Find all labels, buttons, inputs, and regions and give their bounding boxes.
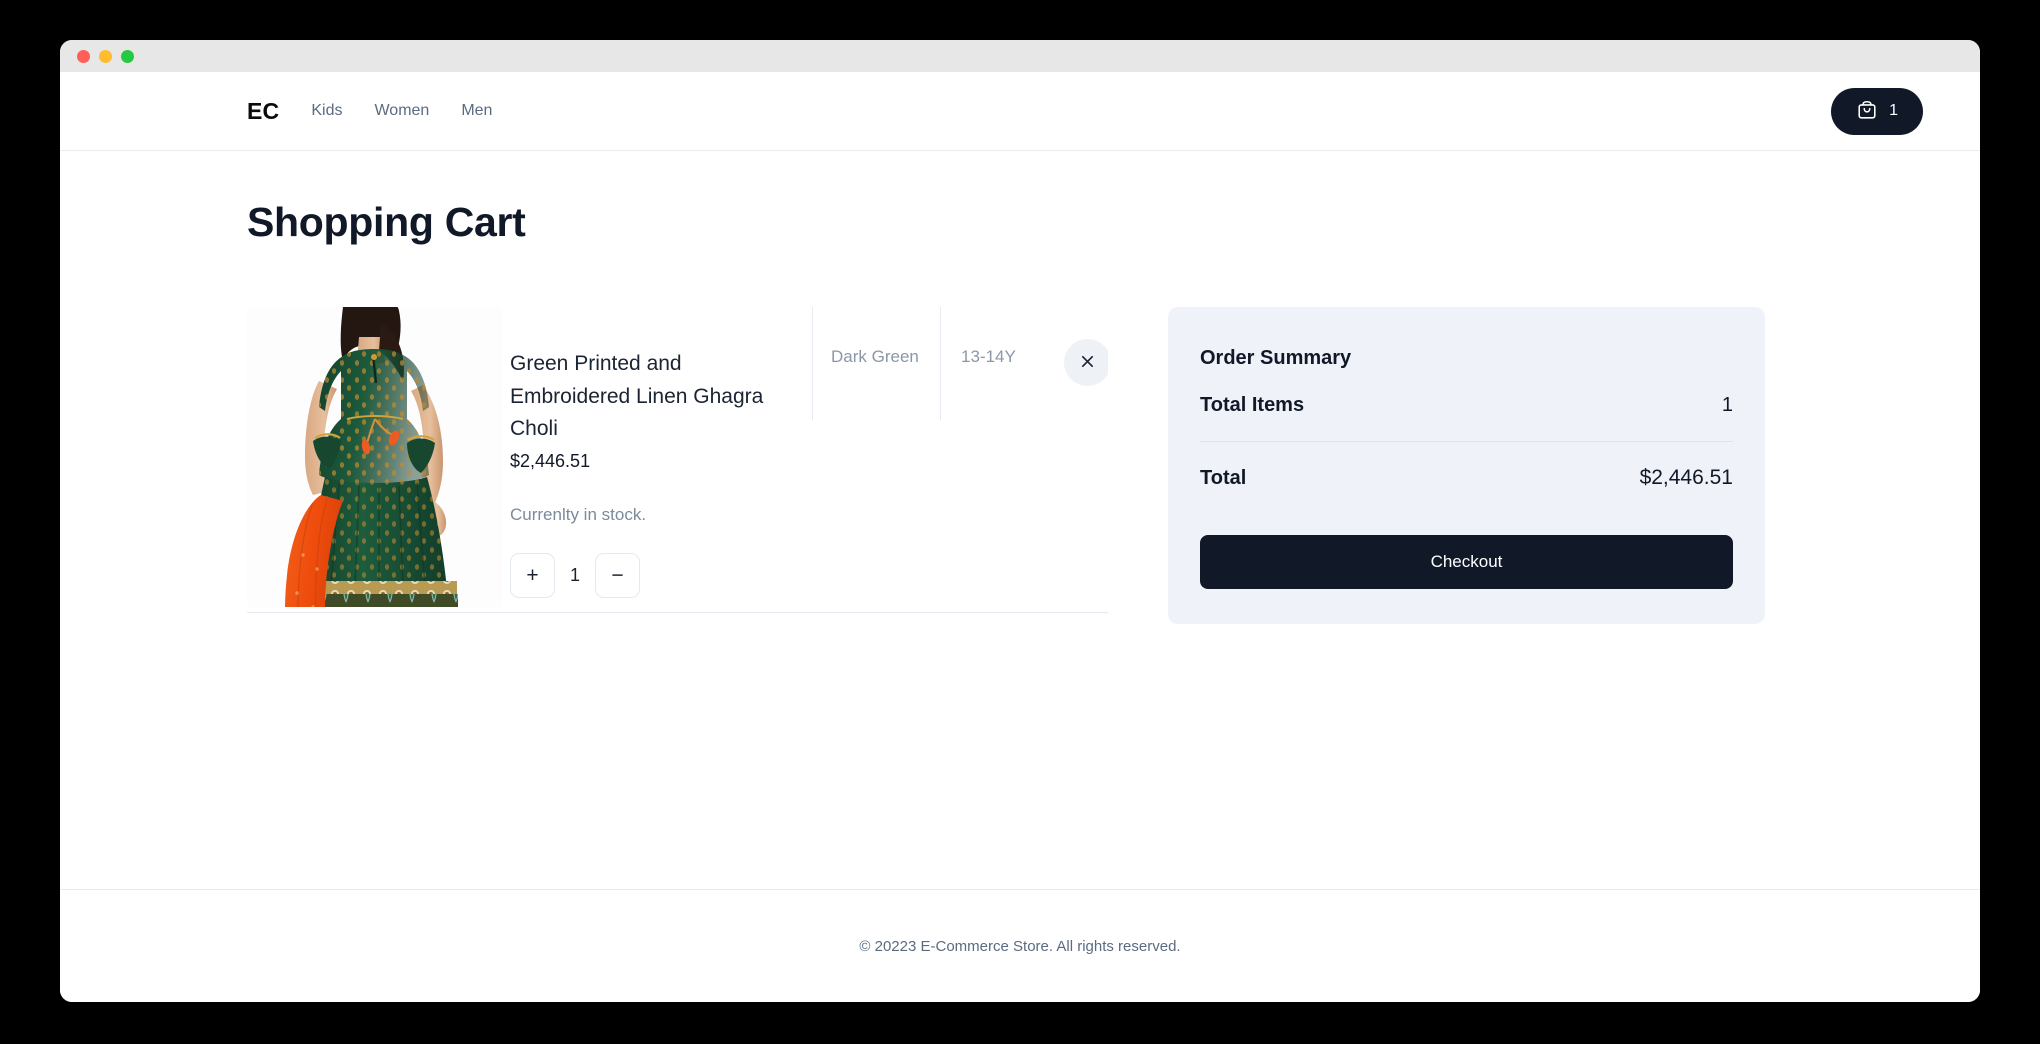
product-size: 13-14Y [940,307,1038,420]
product-thumbnail[interactable] [247,307,502,607]
total-items-value: 1 [1721,394,1733,416]
main-content: Shopping Cart Green Printed and Embroide… [60,151,1980,889]
nav-item-women[interactable]: Women [374,103,429,119]
footer-copyright: © 20223 E-Commerce Store. All rights res… [859,937,1181,955]
remove-item-button[interactable] [1064,339,1108,386]
summary-row-total-items: Total Items 1 [1200,370,1733,442]
cart-items-list: Green Printed and Embroidered Linen Ghag… [247,307,1108,613]
cart-items-divider [247,612,1108,613]
browser-window: EC Kids Women Men 1 Shopping Cart Green … [60,40,1980,1002]
shopping-bag-icon [1856,99,1878,124]
product-title[interactable]: Green Printed and Embroidered Linen Ghag… [510,348,795,446]
nav-item-men[interactable]: Men [461,103,492,119]
decrease-quantity-button[interactable]: − [595,552,640,598]
page-viewport: EC Kids Women Men 1 Shopping Cart Green … [60,72,1980,1002]
close-icon [1080,354,1095,372]
cart-item-count: 1 [1889,102,1898,119]
total-items-label: Total Items [1200,394,1305,416]
cart-button[interactable]: 1 [1831,87,1923,135]
cart-item-row: Green Printed and Embroidered Linen Ghag… [247,307,1108,607]
cart-layout: Green Printed and Embroidered Linen Ghag… [247,307,1793,624]
total-value: $2,446.51 [1639,466,1733,489]
browser-titlebar [60,40,1980,72]
product-price: $2,446.51 [510,450,591,471]
total-label: Total [1200,467,1247,489]
stock-status: Currenlty in stock. [510,504,647,524]
main-navigation: Kids Women Men [311,103,492,119]
brand-logo[interactable]: EC [247,99,279,123]
product-color: Dark Green [812,307,940,420]
order-summary-panel: Order Summary Total Items 1 Total $2,446… [1168,307,1765,624]
minimize-window-button[interactable] [99,49,112,63]
order-summary-title: Order Summary [1200,347,1352,369]
summary-row-total: Total $2,446.51 [1200,442,1733,514]
quantity-value: 1 [569,564,580,585]
close-window-button[interactable] [77,49,90,63]
product-details: Green Printed and Embroidered Linen Ghag… [502,307,812,598]
site-header: EC Kids Women Men 1 [60,72,1980,151]
nav-item-kids[interactable]: Kids [311,103,342,119]
increase-quantity-button[interactable]: + [510,552,555,598]
zoom-window-button[interactable] [121,49,134,63]
site-footer: © 20223 E-Commerce Store. All rights res… [60,889,1980,1002]
quantity-stepper: + 1 − [510,552,812,598]
page-title: Shopping Cart [247,199,526,245]
checkout-button[interactable]: Checkout [1200,535,1733,589]
